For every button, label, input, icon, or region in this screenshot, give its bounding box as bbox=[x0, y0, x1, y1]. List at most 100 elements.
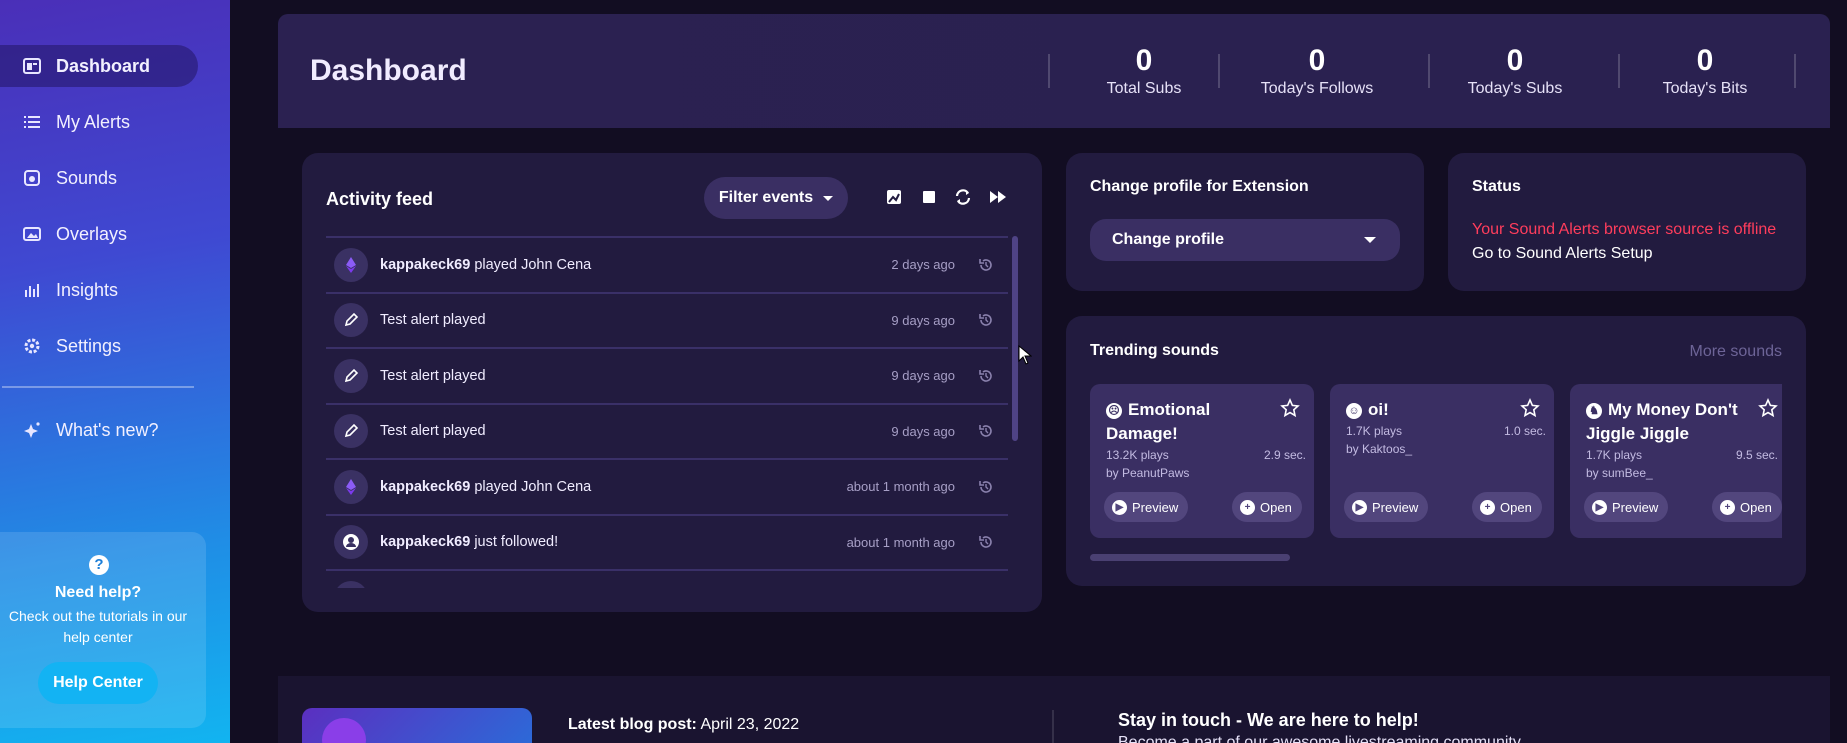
extension-profile-card: Change profile for Extension Change prof… bbox=[1066, 153, 1424, 291]
stat-todays-follows: 0 Today's Follows bbox=[1242, 44, 1392, 98]
feed-text: kappakeck69 just followed! bbox=[380, 534, 558, 550]
image-icon bbox=[22, 224, 42, 244]
feed-user: kappakeck69 bbox=[380, 256, 471, 273]
stat-divider bbox=[1428, 54, 1430, 88]
sound-plays: 1.7K plays bbox=[1586, 448, 1643, 462]
feed-time: 2 days ago bbox=[891, 257, 955, 273]
activity-feed-list[interactable]: kappakeck69 played John Cena 2 days ago … bbox=[326, 236, 1008, 588]
blog-post-label: Latest blog post: April 23, 2022 bbox=[568, 716, 799, 734]
open-button[interactable]: + Open bbox=[1712, 492, 1782, 522]
preview-button[interactable]: ▶ Preview bbox=[1584, 492, 1669, 522]
feed-time: 9 days ago bbox=[891, 312, 955, 328]
sidebar-item-overlays[interactable]: Overlays bbox=[0, 213, 198, 255]
blog-label-text: Latest blog post: bbox=[568, 716, 697, 733]
feed-row: kappakeck69 just followed! about 1 month… bbox=[326, 516, 1008, 571]
stat-total-subs: 0 Total Subs bbox=[1084, 44, 1204, 98]
activity-feed-title: Activity feed bbox=[326, 189, 434, 209]
help-box: ? Need help? Check out the tutorials in … bbox=[0, 532, 206, 728]
skip-forward-icon[interactable] bbox=[988, 187, 1008, 207]
setup-link[interactable]: Go to Sound Alerts Setup bbox=[1472, 245, 1653, 263]
trending-sounds-card: Trending sounds More sounds ☹ Emotional D… bbox=[1066, 316, 1806, 586]
preview-label: Preview bbox=[1612, 499, 1659, 515]
caret-down-icon bbox=[823, 195, 834, 201]
replay-icon[interactable] bbox=[978, 257, 994, 273]
star-icon[interactable] bbox=[1758, 398, 1778, 418]
feed-text: Test alert played bbox=[380, 368, 486, 384]
replay-icon[interactable] bbox=[978, 312, 994, 328]
dashboard-header: Dashboard 0 Total Subs 0 Today's Follows… bbox=[278, 14, 1830, 128]
feed-user: kappakeck69 bbox=[380, 478, 471, 495]
play-icon: ▶ bbox=[1112, 499, 1127, 515]
feed-message: Test alert played bbox=[380, 423, 486, 440]
mouse-cursor-icon bbox=[1018, 345, 1032, 365]
replay-icon[interactable] bbox=[978, 368, 994, 384]
open-button[interactable]: + Open bbox=[1472, 492, 1542, 522]
feed-scrollbar[interactable] bbox=[1012, 236, 1018, 441]
sound-card[interactable]: ♞ My Money Don't Jiggle Jiggle 1.7K plays… bbox=[1570, 384, 1782, 538]
help-center-button[interactable]: Help Center bbox=[38, 662, 158, 704]
sound-card[interactable]: ☺ oi! 1.7K plays 1.0 sec. by Kaktoos_ ▶ Pr… bbox=[1330, 384, 1554, 538]
more-sounds-link[interactable]: More sounds bbox=[1690, 343, 1783, 361]
sound-card[interactable]: ☹ Emotional Damage! 13.2K plays 2.9 sec. … bbox=[1090, 384, 1314, 538]
sound-name: ☹ Emotional Damage! bbox=[1106, 398, 1276, 446]
list-icon bbox=[22, 112, 42, 132]
sidebar-item-settings[interactable]: Settings bbox=[0, 325, 198, 367]
feed-message: played John Cena bbox=[470, 256, 592, 273]
play-icon: ▶ bbox=[1592, 499, 1607, 515]
open-label: Open bbox=[1740, 499, 1772, 515]
feed-message: just followed! bbox=[470, 534, 559, 551]
stop-icon[interactable] bbox=[919, 187, 939, 207]
feed-row: kappakeck69 played John Cena about 1 mon… bbox=[326, 460, 1008, 516]
trending-title: Trending sounds bbox=[1090, 342, 1219, 359]
stat-value: 0 bbox=[1135, 44, 1153, 77]
feed-time: 9 days ago bbox=[891, 368, 955, 384]
filter-events-label: Filter events bbox=[718, 189, 814, 206]
open-label: Open bbox=[1500, 499, 1532, 515]
question-icon: ? bbox=[89, 555, 109, 575]
sidebar-item-insights[interactable]: Insights bbox=[0, 269, 198, 311]
trending-scrollbar[interactable] bbox=[1090, 554, 1290, 561]
refresh-icon[interactable] bbox=[953, 187, 973, 207]
bottom-divider bbox=[1052, 710, 1054, 743]
gamepad-icon: ♞ bbox=[1586, 403, 1602, 419]
feed-text: kappakeck69 played John Cena bbox=[380, 257, 591, 273]
replay-icon[interactable] bbox=[978, 479, 994, 495]
filter-events-button[interactable]: Filter events bbox=[704, 177, 848, 219]
sidebar-item-sounds[interactable]: Sounds bbox=[0, 157, 198, 199]
star-icon[interactable] bbox=[1280, 398, 1300, 418]
activity-feed-card: Activity feed Filter events kappakeck69 … bbox=[302, 153, 1042, 612]
status-card: Status Your Sound Alerts browser source … bbox=[1448, 153, 1806, 291]
sidebar-item-label: Overlays bbox=[56, 223, 128, 244]
feed-row bbox=[326, 571, 1008, 588]
sidebar-item-my-alerts[interactable]: My Alerts bbox=[0, 101, 198, 143]
feed-row: Test alert played 9 days ago bbox=[326, 294, 1008, 349]
sound-title: oi! bbox=[1368, 400, 1389, 419]
sound-title: My Money Don't Jiggle Jiggle bbox=[1586, 400, 1738, 443]
feed-message: Test alert played bbox=[380, 367, 486, 384]
stat-todays-subs: 0 Today's Subs bbox=[1450, 44, 1580, 98]
preview-button[interactable]: ▶ Preview bbox=[1344, 492, 1429, 522]
image-toggle-icon[interactable] bbox=[884, 187, 904, 207]
stat-value: 0 bbox=[1506, 44, 1524, 77]
plus-icon: + bbox=[1240, 499, 1255, 515]
sidebar-item-whats-new[interactable]: What's new? bbox=[0, 409, 198, 451]
user-icon bbox=[334, 580, 368, 588]
star-icon[interactable] bbox=[1520, 398, 1540, 418]
stat-label: Today's Subs bbox=[1467, 80, 1563, 97]
profile-select[interactable]: Change profile bbox=[1090, 219, 1400, 261]
sound-plays: 1.7K plays bbox=[1346, 424, 1403, 438]
blog-date: April 23, 2022 bbox=[700, 716, 800, 733]
stat-divider bbox=[1048, 54, 1050, 88]
sidebar-item-dashboard[interactable]: Dashboard bbox=[0, 45, 198, 87]
replay-icon[interactable] bbox=[978, 423, 994, 439]
preview-label: Preview bbox=[1132, 499, 1179, 515]
open-button[interactable]: + Open bbox=[1232, 492, 1302, 522]
user-icon bbox=[334, 525, 368, 560]
blog-thumbnail[interactable] bbox=[302, 708, 532, 743]
preview-label: Preview bbox=[1372, 499, 1419, 515]
sidebar-item-label: Sounds bbox=[56, 167, 118, 188]
preview-button[interactable]: ▶ Preview bbox=[1104, 492, 1189, 522]
help-title: Need help? bbox=[54, 584, 142, 601]
pencil-icon bbox=[334, 358, 368, 393]
replay-icon[interactable] bbox=[978, 534, 994, 550]
